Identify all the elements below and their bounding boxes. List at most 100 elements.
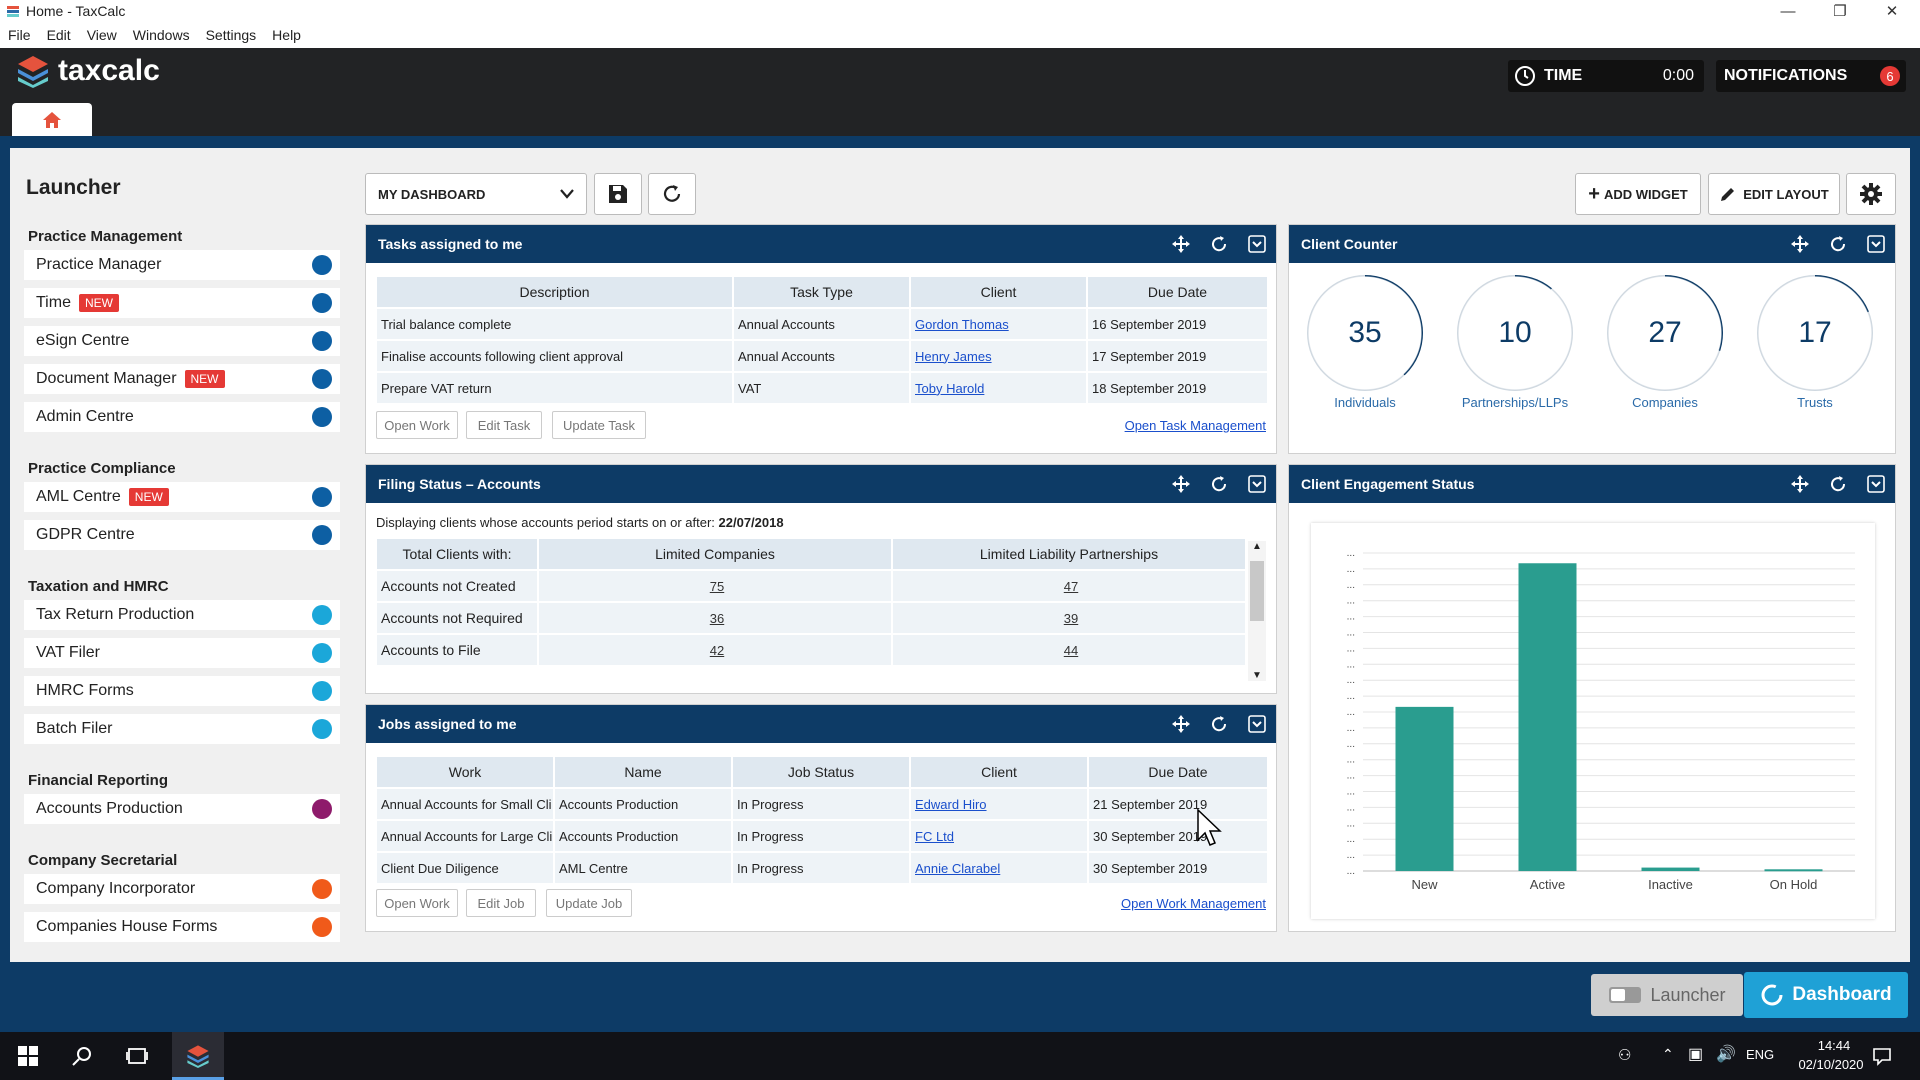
update-job-button[interactable]: Update Job [546,889,632,917]
clock-date[interactable]: 02/10/2020 [1786,1057,1876,1072]
search-icon[interactable] [72,1046,92,1066]
home-tab[interactable] [12,103,92,136]
move-icon[interactable] [1170,233,1192,255]
open-work-button[interactable]: Open Work [376,889,458,917]
scroll-up-icon[interactable]: ▲ [1252,541,1262,552]
collapse-icon[interactable] [1246,233,1268,255]
client-link[interactable]: Toby Harold [915,381,984,396]
table-row[interactable]: Finalise accounts following client appro… [377,341,1267,371]
settings-button[interactable] [1846,173,1896,215]
open-work-management-link[interactable]: Open Work Management [1121,896,1266,911]
table-row[interactable]: Annual Accounts for Large Cli Accounts Pr… [377,821,1267,851]
move-icon[interactable] [1789,233,1811,255]
launcher-item-time[interactable]: Time NEW [24,288,340,318]
windows-start-icon[interactable] [18,1046,38,1066]
refresh-icon[interactable] [1208,233,1230,255]
refresh-icon[interactable] [1208,713,1230,735]
refresh-icon[interactable] [1827,473,1849,495]
restore-button[interactable]: ❐ [1820,0,1860,22]
launcher-item-practice-manager[interactable]: Practice Manager [24,250,340,280]
menu-edit[interactable]: Edit [47,27,71,43]
menu-settings[interactable]: Settings [206,27,257,43]
launcher-toggle-button[interactable]: Launcher [1591,974,1743,1016]
client-link[interactable]: Annie Clarabel [915,861,1000,876]
move-icon[interactable] [1789,473,1811,495]
bar-on-hold[interactable] [1764,869,1823,872]
bar-new[interactable] [1395,706,1454,871]
volume-icon[interactable]: 🔊 [1716,1044,1736,1064]
time-tracker[interactable]: TIME 0:00 [1508,60,1704,92]
counter-companies[interactable]: 27 Companies [1605,275,1725,410]
scroll-thumb[interactable] [1250,561,1264,621]
table-row[interactable]: Annual Accounts for Small Cli Accounts Pr… [377,789,1267,819]
add-widget-button[interactable]: + ADD WIDGET [1575,173,1701,215]
table-row[interactable]: Trial balance complete Annual Accounts Gor… [377,309,1267,339]
move-icon[interactable] [1170,713,1192,735]
counter-trusts[interactable]: 17 Trusts [1755,275,1875,410]
clock-time[interactable]: 14:44 [1802,1038,1866,1053]
dashboard-select[interactable]: MY DASHBOARD [365,173,587,215]
notification-center-icon[interactable] [1872,1046,1892,1066]
save-button[interactable] [594,173,642,215]
client-link[interactable]: Henry James [915,349,992,364]
launcher-item-hmrc-forms[interactable]: HMRC Forms [24,676,340,706]
menu-view[interactable]: View [87,27,117,43]
move-icon[interactable] [1170,473,1192,495]
launcher-item-document-manager[interactable]: Document Manager NEW [24,364,340,394]
table-row[interactable]: Client Due Diligence AML Centre In Progres… [377,853,1267,883]
menu-help[interactable]: Help [272,27,301,43]
refresh-dashboard-button[interactable] [648,173,696,215]
open-task-management-link[interactable]: Open Task Management [1125,418,1266,433]
count-link[interactable]: 44 [1064,643,1078,658]
refresh-icon[interactable] [1827,233,1849,255]
people-icon[interactable]: ⚇ [1618,1046,1631,1064]
dashboard-toggle-button[interactable]: Dashboard [1744,972,1908,1018]
notifications-button[interactable]: NOTIFICATIONS 6 [1716,60,1906,92]
chevron-up-icon[interactable]: ⌃ [1662,1046,1674,1063]
close-button[interactable]: ✕ [1872,0,1912,22]
client-link[interactable]: Edward Hiro [915,797,987,812]
minimize-button[interactable]: — [1768,0,1808,22]
scroll-down-icon[interactable]: ▼ [1252,670,1262,681]
launcher-item-company-incorporator[interactable]: Company Incorporator [24,874,340,904]
edit-job-button[interactable]: Edit Job [466,889,536,917]
menu-file[interactable]: File [8,27,31,43]
language-indicator[interactable]: ENG [1746,1047,1774,1062]
count-link[interactable]: 39 [1064,611,1078,626]
edit-task-button[interactable]: Edit Task [466,411,542,439]
count-link[interactable]: 75 [710,579,724,594]
client-link[interactable]: FC Ltd [915,829,954,844]
count-link[interactable]: 36 [710,611,724,626]
filing-scrollbar[interactable]: ▲ ▼ [1248,541,1266,681]
refresh-icon[interactable] [1208,473,1230,495]
launcher-item-companies-house-forms[interactable]: Companies House Forms [24,912,340,942]
launcher-item-admin-centre[interactable]: Admin Centre [24,402,340,432]
launcher-item-tax-return-production[interactable]: Tax Return Production [24,600,340,630]
launcher-item-accounts-production[interactable]: Accounts Production [24,794,340,824]
table-row[interactable]: Prepare VAT return VAT Toby Harold 18 Septe… [377,373,1267,403]
count-link[interactable]: 47 [1064,579,1078,594]
launcher-item-gdpr-centre[interactable]: GDPR Centre [24,520,340,550]
menu-windows[interactable]: Windows [133,27,190,43]
open-work-button[interactable]: Open Work [376,411,458,439]
bar-active[interactable] [1518,563,1577,871]
count-link[interactable]: 42 [710,643,724,658]
collapse-icon[interactable] [1865,233,1887,255]
collapse-icon[interactable] [1865,473,1887,495]
launcher-item-batch-filer[interactable]: Batch Filer [24,714,340,744]
update-task-button[interactable]: Update Task [552,411,646,439]
taskbar-taxcalc-app[interactable] [172,1032,224,1080]
edit-layout-button[interactable]: EDIT LAYOUT [1708,173,1840,215]
bar-inactive[interactable] [1641,867,1700,871]
collapse-icon[interactable] [1246,713,1268,735]
table-row: Accounts not Created 75 47 [377,571,1245,601]
launcher-item-aml-centre[interactable]: AML Centre NEW [24,482,340,512]
counter-partnerships[interactable]: 10 Partnerships/LLPs [1455,275,1575,410]
collapse-icon[interactable] [1246,473,1268,495]
launcher-item-vat-filer[interactable]: VAT Filer [24,638,340,668]
network-icon[interactable]: ▣ [1688,1044,1703,1064]
client-link[interactable]: Gordon Thomas [915,317,1009,332]
launcher-item-esign-centre[interactable]: eSign Centre [24,326,340,356]
counter-individuals[interactable]: 35 Individuals [1305,275,1425,410]
task-view-icon[interactable] [126,1046,148,1066]
